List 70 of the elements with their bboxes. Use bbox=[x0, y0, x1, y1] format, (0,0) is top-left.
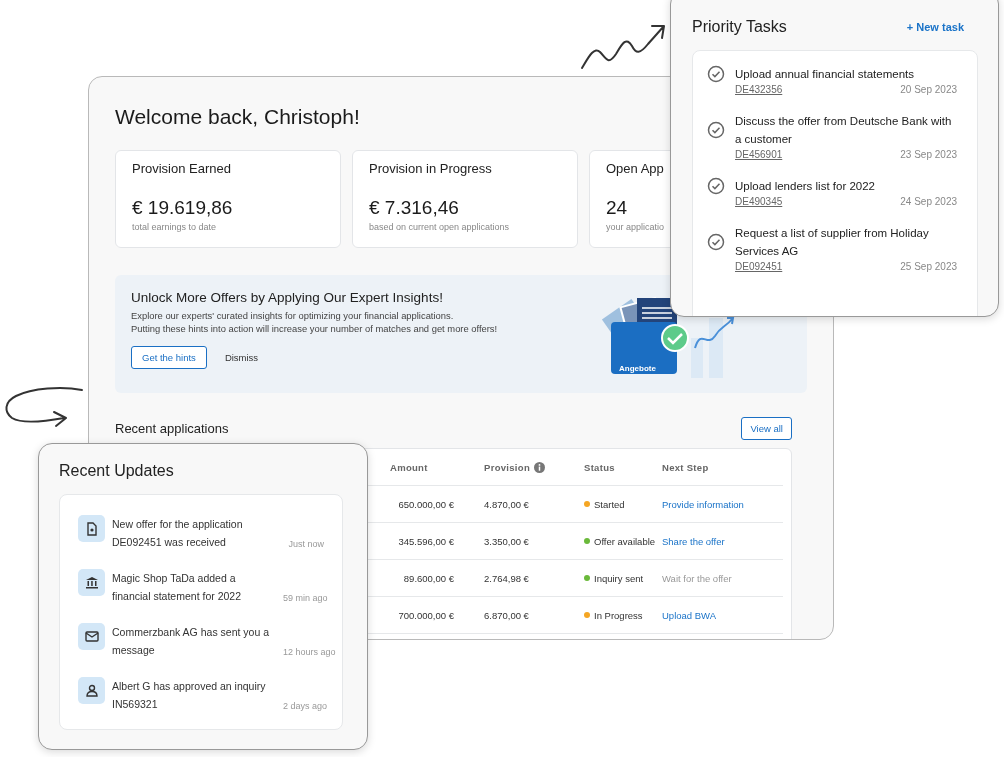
panel-title: Priority Tasks bbox=[692, 18, 787, 36]
task-id-link[interactable]: DE490345 bbox=[735, 196, 783, 207]
info-icon[interactable] bbox=[534, 461, 545, 473]
section-title: Recent applications bbox=[115, 421, 229, 436]
task-title: Discuss the offer from Deutsche Bank with a customer bbox=[735, 114, 953, 147]
view-all-button[interactable]: View all bbox=[741, 417, 792, 440]
banner-text: Putting these hints into action will increase your number of matches and get more offers! bbox=[131, 324, 499, 335]
task-title: Request a list of supplier from Holiday Services AG bbox=[735, 226, 930, 259]
table-cell-text: 6.870,00 € bbox=[483, 609, 530, 621]
stat-caption: total earnings to date bbox=[132, 222, 217, 232]
update-text: Magic Shop TaDa added a financial statement for 2022 bbox=[112, 571, 242, 604]
check-circle-icon[interactable] bbox=[707, 121, 725, 139]
document-icon bbox=[85, 521, 98, 536]
get-hints-button[interactable]: Get the hints bbox=[131, 345, 207, 369]
banner-title: Unlock More Offers by Applying Our Expert Insights! bbox=[131, 290, 444, 305]
column-header: Next Step bbox=[662, 461, 710, 473]
new-task-button[interactable]: + New task bbox=[906, 21, 964, 33]
stat-label: Provision in Progress bbox=[369, 161, 492, 176]
welcome-heading: Welcome back, Christoph! bbox=[115, 105, 360, 129]
stat-value: € 7.316,46 bbox=[369, 197, 459, 219]
table-cell-text: 4.870,00 € bbox=[483, 498, 530, 510]
next-step-link[interactable]: Share the offer bbox=[662, 535, 802, 547]
task-date: 23 Sep 2023 bbox=[900, 149, 957, 160]
status-label: Offer available bbox=[594, 535, 656, 547]
dismiss-button[interactable]: Dismiss bbox=[224, 351, 259, 363]
update-time: 2 days ago bbox=[283, 701, 328, 713]
table-cell-text: 650.000,00 € bbox=[397, 498, 455, 510]
banner-text: Explore our experts' curated insights for optimizing your financial applications. bbox=[131, 311, 455, 322]
task-title: Upload annual financial statements bbox=[735, 67, 915, 82]
check-circle-icon[interactable] bbox=[707, 65, 725, 83]
person-icon bbox=[85, 684, 98, 697]
table-cell-text: 2.764,98 € bbox=[483, 572, 530, 584]
task-date: 20 Sep 2023 bbox=[900, 84, 957, 95]
table-cell-text: 700.000,00 € bbox=[397, 609, 455, 621]
check-circle-icon[interactable] bbox=[707, 177, 725, 195]
table-cell-text: 89.600,00 € bbox=[402, 572, 455, 584]
stat-caption: your applicatio bbox=[606, 222, 665, 232]
update-time: 59 min ago bbox=[283, 593, 328, 605]
stat-value: 24 bbox=[606, 197, 628, 219]
stat-label: Provision Earned bbox=[132, 161, 231, 176]
table-cell-text: 345.596,00 € bbox=[397, 535, 455, 547]
next-step-link[interactable]: Provide information bbox=[662, 498, 802, 510]
bank-icon bbox=[84, 576, 99, 589]
next-step-text: Wait for the offer bbox=[662, 572, 733, 584]
update-time: Just now bbox=[288, 539, 324, 551]
stat-value: € 19.619,86 bbox=[132, 197, 233, 219]
task-date: 25 Sep 2023 bbox=[900, 261, 957, 272]
status-label: Started bbox=[594, 498, 625, 510]
update-time: 12 hours ago bbox=[283, 647, 336, 659]
mail-icon bbox=[84, 631, 99, 642]
status-label: In Progress bbox=[594, 609, 643, 621]
update-text: Albert G has approved an inquiry IN569321 bbox=[112, 679, 267, 712]
update-text: New offer for the application DE092451 was received bbox=[112, 517, 244, 550]
next-step-link[interactable]: Upload BWA bbox=[662, 609, 802, 621]
table-cell-text: 3.350,00 € bbox=[483, 535, 530, 547]
column-header: Provision bbox=[484, 461, 530, 473]
task-date: 24 Sep 2023 bbox=[900, 196, 957, 207]
check-circle-icon[interactable] bbox=[707, 233, 725, 251]
column-header: Status bbox=[583, 461, 616, 473]
status-label: Inquiry sent bbox=[594, 572, 644, 584]
task-title: Upload lenders list for 2022 bbox=[735, 179, 876, 194]
task-id-link[interactable]: DE456901 bbox=[735, 149, 783, 160]
folder-label: Angebote bbox=[619, 364, 656, 373]
update-text: Commerzbank AG has sent you a message bbox=[112, 625, 270, 658]
panel-title: Recent Updates bbox=[59, 462, 175, 480]
column-header: Amount bbox=[389, 461, 429, 473]
stat-label: Open App bbox=[606, 161, 664, 176]
task-id-link[interactable]: DE432356 bbox=[735, 84, 783, 95]
task-id-link[interactable]: DE092451 bbox=[735, 261, 783, 272]
stat-caption: based on current open applications bbox=[369, 222, 510, 232]
